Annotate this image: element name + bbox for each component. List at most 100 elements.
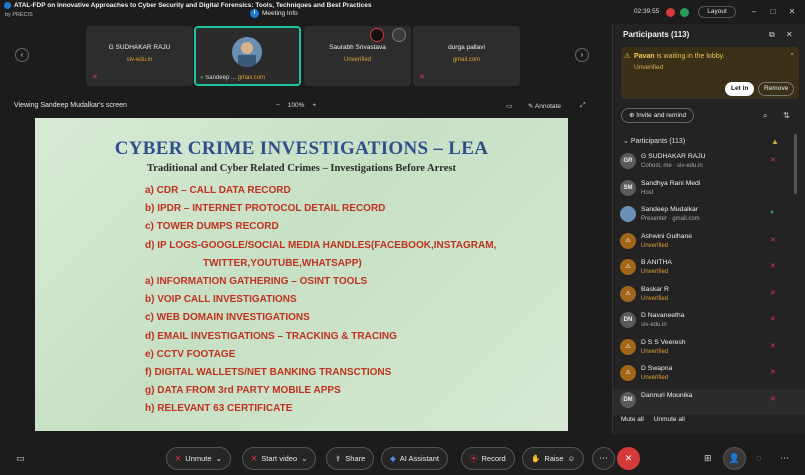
window-icon[interactable]: ▭ (506, 102, 513, 110)
participant-row[interactable]: SM Sandhya Rani Medi Host (613, 177, 805, 204)
chat-icon[interactable]: ◌ (756, 453, 761, 463)
muted-mic-icon: ✕ (419, 74, 425, 81)
participants-button[interactable]: 👤 (723, 447, 746, 470)
participant-row[interactable]: DM Dannuri Mounika ✕ (613, 388, 805, 415)
annotate-label: Annotate (534, 103, 561, 110)
more-icon[interactable]: ⋯ (780, 453, 789, 464)
muted-mic-icon[interactable]: ✕ (770, 236, 776, 244)
maximize-icon[interactable]: □ (768, 7, 778, 16)
unmute-all-button[interactable]: Unmute all (654, 416, 685, 423)
muted-mic-icon[interactable]: ✕ (770, 262, 776, 270)
sort-icon[interactable]: ⇅ (783, 111, 790, 120)
expand-icon[interactable]: ⤢ (580, 102, 586, 110)
chevron-up-icon[interactable]: ⌃ (789, 52, 795, 60)
leave-meeting-button[interactable]: ✕ (617, 447, 640, 470)
participant-row[interactable]: ⚠ D S S Veeresh Unverified ✕ (613, 336, 805, 363)
slide-item: b) VOIP CALL INVESTIGATIONS (145, 294, 297, 306)
participant-row[interactable]: ⚠ Ashwini Gulhane Unverified ✕ (613, 230, 805, 257)
strip-prev-icon[interactable]: ‹ (15, 48, 29, 62)
security-shield-icon[interactable] (680, 8, 689, 17)
more-icon[interactable] (392, 28, 406, 42)
muted-mic-icon[interactable]: ✕ (770, 368, 776, 376)
avatar (620, 206, 636, 222)
video-strip: ‹ G SUDHAKAR RAJU siv-edu.in ✕ ● Sandeep… (0, 24, 612, 90)
start-video-button[interactable]: ✕ Start video ⌄ (242, 447, 317, 470)
unmute-button[interactable]: ✕ Unmute ⌄ (166, 447, 231, 470)
muted-mic-icon (370, 28, 384, 42)
participants-count-label: Participants (113) (630, 138, 686, 145)
muted-mic-icon: ✕ (175, 454, 182, 463)
video-off-icon: ✕ (251, 454, 258, 463)
slide-list: a) CDR – CALL DATA RECORD b) IPDR – INTE… (145, 182, 496, 418)
participant-row[interactable]: ⚠ B ANITHA Unverified ✕ (613, 256, 805, 283)
video-tile-2[interactable]: ● Sandeep ... gmail.com (194, 26, 301, 86)
muted-mic-icon[interactable]: ✕ (770, 156, 776, 164)
meeting-window: ATAL-FDP on Innovative Approaches to Cyb… (0, 0, 805, 475)
brand-text: by PRECIS (5, 12, 33, 18)
panel-footer: Mute all Unmute all (621, 416, 685, 423)
participant-name: D Swapna (641, 365, 673, 372)
video-tile-1[interactable]: G SUDHAKAR RAJU siv-edu.in ✕ (86, 26, 193, 86)
video-tile-4[interactable]: durga pallavi gmail.com ✕ (413, 26, 520, 86)
close-panel-icon[interactable]: ✕ (786, 30, 793, 39)
participant-row[interactable]: ⚠ D Swapna Unverified ✕ (613, 362, 805, 389)
zoom-in-button[interactable]: + (312, 102, 316, 109)
participant-status: Unverified (641, 269, 669, 275)
slide-item: a) CDR – CALL DATA RECORD (145, 185, 291, 196)
mic-on-icon[interactable]: ● (770, 209, 774, 216)
slide-title: CYBER CRIME INVESTIGATIONS – LEA (114, 138, 489, 159)
close-icon[interactable]: ✕ (787, 7, 797, 16)
record-button[interactable]: ⦿ Record (461, 447, 515, 470)
slide-item: d) EMAIL INVESTIGATIONS – TRACKING & TRA… (145, 330, 397, 342)
viewing-label: Viewing Sandeep Mudalkar's screen (14, 102, 127, 109)
search-icon[interactable]: ⌕ (763, 111, 767, 121)
avatar: ⚠ (620, 338, 636, 355)
participant-role: Cohost, me · siv-edu.in (641, 163, 703, 169)
shared-screen-slide: CYBER CRIME INVESTIGATIONS – LEA Traditi… (35, 118, 568, 431)
participant-row[interactable]: GR G SUDHAKAR RAJU Cohost, me · siv-edu.… (613, 150, 805, 177)
tile-domain: siv-edu.in (126, 57, 153, 63)
minimize-icon[interactable]: – (749, 7, 759, 16)
apps-icon[interactable]: ⊞ (704, 453, 712, 464)
slide-item: e) CCTV FOOTAGE (145, 348, 236, 360)
muted-mic-icon[interactable]: ✕ (770, 395, 776, 403)
strip-next-icon[interactable]: › (575, 48, 589, 62)
share-button[interactable]: ⇪ Share (326, 447, 375, 470)
ai-assistant-button[interactable]: ◆ AI Assistant (381, 447, 448, 470)
mute-all-button[interactable]: Mute all (621, 416, 644, 423)
let-in-button[interactable]: Let in (725, 82, 755, 96)
meeting-info-button[interactable]: i Meeting Info (250, 9, 298, 18)
popout-icon[interactable]: ⧉ (769, 30, 775, 40)
avatar: ⚠ (620, 232, 636, 249)
zoom-out-button[interactable]: − (276, 102, 280, 109)
lock-icon: ▲ (771, 137, 779, 146)
recording-indicator-icon[interactable] (666, 8, 675, 17)
more-options-button[interactable]: ⋯ (592, 447, 615, 470)
invite-button[interactable]: ⊕ Invite and remind (621, 108, 695, 123)
tile-footer: ● Sandeep ... gmail.com (200, 75, 295, 81)
zoom-level: 100% (287, 102, 305, 109)
muted-mic-icon: ✕ (92, 74, 98, 81)
muted-mic-icon[interactable]: ✕ (770, 315, 776, 323)
video-tile-3[interactable]: Saurabh Srivastava Unverified (304, 26, 411, 86)
ai-assistant-icon: ◆ (390, 454, 396, 463)
slide-item: b) IPDR – INTERNET PROTOCOL DETAIL RECOR… (145, 203, 386, 215)
muted-mic-icon[interactable]: ✕ (770, 289, 776, 297)
record-icon: ⦿ (470, 454, 478, 463)
layout-button[interactable]: Layout (698, 6, 736, 18)
participant-row[interactable]: DN D Navaneetha siv-edu.in ✕ (613, 309, 805, 336)
raise-hand-icon: ✋ (531, 454, 541, 463)
slide-item: d) IP LOGS-GOOGLE/SOCIAL MEDIA HANDLES(F… (145, 239, 497, 251)
participant-name: Dannuri Mounika (641, 391, 693, 399)
remove-button[interactable]: Remove (758, 82, 795, 96)
participant-row[interactable]: Sandeep Mudalkar Presenter · gmail.com ● (613, 203, 805, 230)
muted-mic-icon[interactable]: ✕ (770, 342, 776, 350)
avatar: GR (620, 153, 636, 169)
annotate-button[interactable]: ✎ Annotate (528, 102, 561, 110)
avatar: ⚠ (620, 259, 636, 275)
participant-row[interactable]: ⚠ Baskar R Unverified ✕ (613, 283, 805, 310)
participants-list-header[interactable]: ⌄ Participants (113) (623, 137, 685, 145)
captions-icon[interactable]: ▭ (16, 453, 25, 464)
raise-button[interactable]: ✋ Raise ☺ (522, 447, 585, 470)
lobby-notification: ⚠ Pavan is waiting in the lobby. Unverif… (621, 47, 799, 99)
